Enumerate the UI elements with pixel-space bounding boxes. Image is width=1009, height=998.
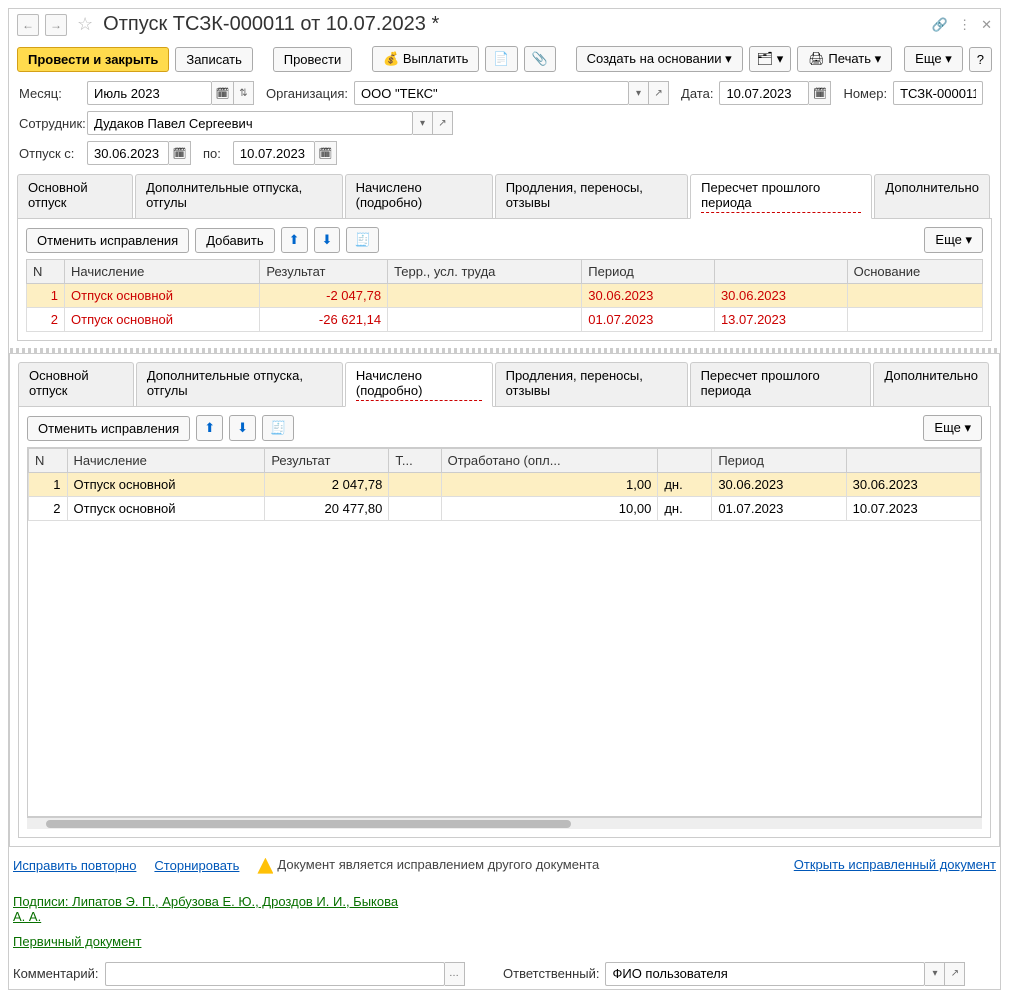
employee-input[interactable] [87, 111, 413, 135]
table-row[interactable]: 1Отпуск основной2 047,781,00дн.30.06.202… [29, 473, 981, 497]
add-button[interactable]: Добавить [195, 228, 274, 253]
employee-label: Сотрудник: [19, 116, 81, 131]
date-input[interactable] [719, 81, 809, 105]
col-header[interactable]: Терр., усл. труда [388, 260, 582, 284]
fix-again-link[interactable]: Исправить повторно [13, 858, 136, 873]
doc-icon-button[interactable]: 📄 [485, 46, 517, 72]
tab-0[interactable]: Основной отпуск [18, 362, 134, 406]
col-header[interactable]: Период [712, 449, 846, 473]
col-header[interactable] [714, 260, 847, 284]
to-input[interactable] [233, 141, 315, 165]
number-label: Номер: [843, 86, 887, 101]
move-down2-button[interactable]: ⬇ [229, 415, 256, 441]
pay-button[interactable]: 💰 Выплатить [372, 46, 479, 72]
tab-1[interactable]: Дополнительные отпуска, отгулы [136, 362, 343, 406]
storno-link[interactable]: Сторнировать [154, 858, 239, 873]
table-settings-button[interactable]: 🧾 [346, 227, 378, 253]
tab-0[interactable]: Основной отпуск [17, 174, 133, 218]
from-input[interactable] [87, 141, 169, 165]
org-label: Организация: [266, 86, 348, 101]
col-header[interactable]: Результат [260, 260, 388, 284]
month-calendar-icon[interactable]: 🗓 [212, 81, 234, 105]
org-open-icon[interactable]: ↗ [649, 81, 669, 105]
move-down-button[interactable]: ⬇ [314, 227, 341, 253]
col-header[interactable]: Основание [847, 260, 982, 284]
month-stepper-icon[interactable]: ⇅ [234, 81, 254, 105]
hscrollbar[interactable] [27, 817, 982, 829]
tab-4[interactable]: Пересчет прошлого периода [690, 174, 872, 219]
open-fixed-doc-link[interactable]: Открыть исправленный документ [794, 857, 996, 872]
misc1-button[interactable]: 🗂 ▾ [749, 46, 792, 72]
accruals-table[interactable]: NНачислениеРезультатТ...Отработано (опл.… [28, 448, 981, 521]
correction-note: Документ является исправлением другого д… [277, 857, 599, 872]
to-label: по: [203, 146, 221, 161]
tab-5[interactable]: Дополнительно [874, 174, 990, 218]
number-input[interactable] [893, 81, 983, 105]
subbar-more-button[interactable]: Еще ▾ [924, 227, 983, 253]
link-icon[interactable]: 🔗 [932, 17, 948, 33]
document-title: Отпуск ТСЗК-000011 от 10.07.2023 * [103, 13, 926, 36]
date-calendar-icon[interactable]: 🗓 [809, 81, 831, 105]
recalc-table[interactable]: NНачислениеРезультатТерр., усл. трудаПер… [26, 259, 983, 332]
attach-icon-button[interactable]: 📎 [524, 46, 556, 72]
help-button[interactable]: ? [969, 47, 992, 72]
tab-5[interactable]: Дополнительно [873, 362, 989, 406]
month-label: Месяц: [19, 86, 81, 101]
responsible-label: Ответственный: [503, 966, 599, 981]
col-header[interactable]: Начисление [65, 260, 260, 284]
tab-1[interactable]: Дополнительные отпуска, отгулы [135, 174, 343, 218]
org-dropdown-icon[interactable]: ▾ [629, 81, 649, 105]
create-based-button[interactable]: Создать на основании ▾ [576, 46, 743, 72]
table-row[interactable]: 1Отпуск основной-2 047,7830.06.202330.06… [27, 284, 983, 308]
signatures-link[interactable]: Подписи: Липатов Э. П., Арбузова Е. Ю., … [13, 894, 413, 924]
tab-4[interactable]: Пересчет прошлого периода [690, 362, 872, 406]
tab-3[interactable]: Продления, переносы, отзывы [495, 362, 688, 406]
to-calendar-icon[interactable]: 🗓 [315, 141, 337, 165]
favorite-star-icon[interactable]: ☆ [77, 14, 93, 35]
table-row[interactable]: 2Отпуск основной-26 621,1401.07.202313.0… [27, 308, 983, 332]
warning-icon [257, 858, 273, 874]
month-input[interactable] [87, 81, 212, 105]
subbar2-more-button[interactable]: Еще ▾ [923, 415, 982, 441]
move-up2-button[interactable]: ⬆ [196, 415, 223, 441]
primary-doc-link[interactable]: Первичный документ [13, 934, 996, 949]
col-header[interactable]: Т... [389, 449, 441, 473]
col-header[interactable]: Период [582, 260, 715, 284]
employee-dropdown-icon[interactable]: ▾ [413, 111, 433, 135]
col-header[interactable] [846, 449, 980, 473]
col-header[interactable] [658, 449, 712, 473]
move-up-button[interactable]: ⬆ [281, 227, 308, 253]
close-icon[interactable]: ✕ [981, 17, 992, 33]
col-header[interactable]: Отработано (опл... [441, 449, 658, 473]
post-button[interactable]: Провести [273, 47, 353, 72]
date-label: Дата: [681, 86, 713, 101]
post-and-close-button[interactable]: Провести и закрыть [17, 47, 169, 72]
undo-corrections2-button[interactable]: Отменить исправления [27, 416, 190, 441]
table-row[interactable]: 2Отпуск основной20 477,8010,00дн.01.07.2… [29, 497, 981, 521]
tab-3[interactable]: Продления, переносы, отзывы [495, 174, 688, 218]
col-header[interactable]: Начисление [67, 449, 265, 473]
comment-label: Комментарий: [13, 966, 99, 981]
employee-open-icon[interactable]: ↗ [433, 111, 453, 135]
tab-2[interactable]: Начислено (подробно) [345, 174, 493, 218]
undo-corrections-button[interactable]: Отменить исправления [26, 228, 189, 253]
from-label: Отпуск с: [19, 146, 81, 161]
print-button[interactable]: 🖨 Печать ▾ [797, 46, 892, 72]
kebab-menu-icon[interactable]: ⋮ [958, 17, 971, 33]
nav-back-button[interactable]: ← [17, 14, 39, 36]
col-header[interactable]: Результат [265, 449, 389, 473]
tab-2[interactable]: Начислено (подробно) [345, 362, 493, 407]
save-button[interactable]: Записать [175, 47, 253, 72]
toolbar-more-button[interactable]: Еще ▾ [904, 46, 963, 72]
from-calendar-icon[interactable]: 🗓 [169, 141, 191, 165]
org-input[interactable] [354, 81, 629, 105]
col-header[interactable]: N [29, 449, 68, 473]
col-header[interactable]: N [27, 260, 65, 284]
nav-forward-button[interactable]: → [45, 14, 67, 36]
table-settings2-button[interactable]: 🧾 [262, 415, 294, 441]
